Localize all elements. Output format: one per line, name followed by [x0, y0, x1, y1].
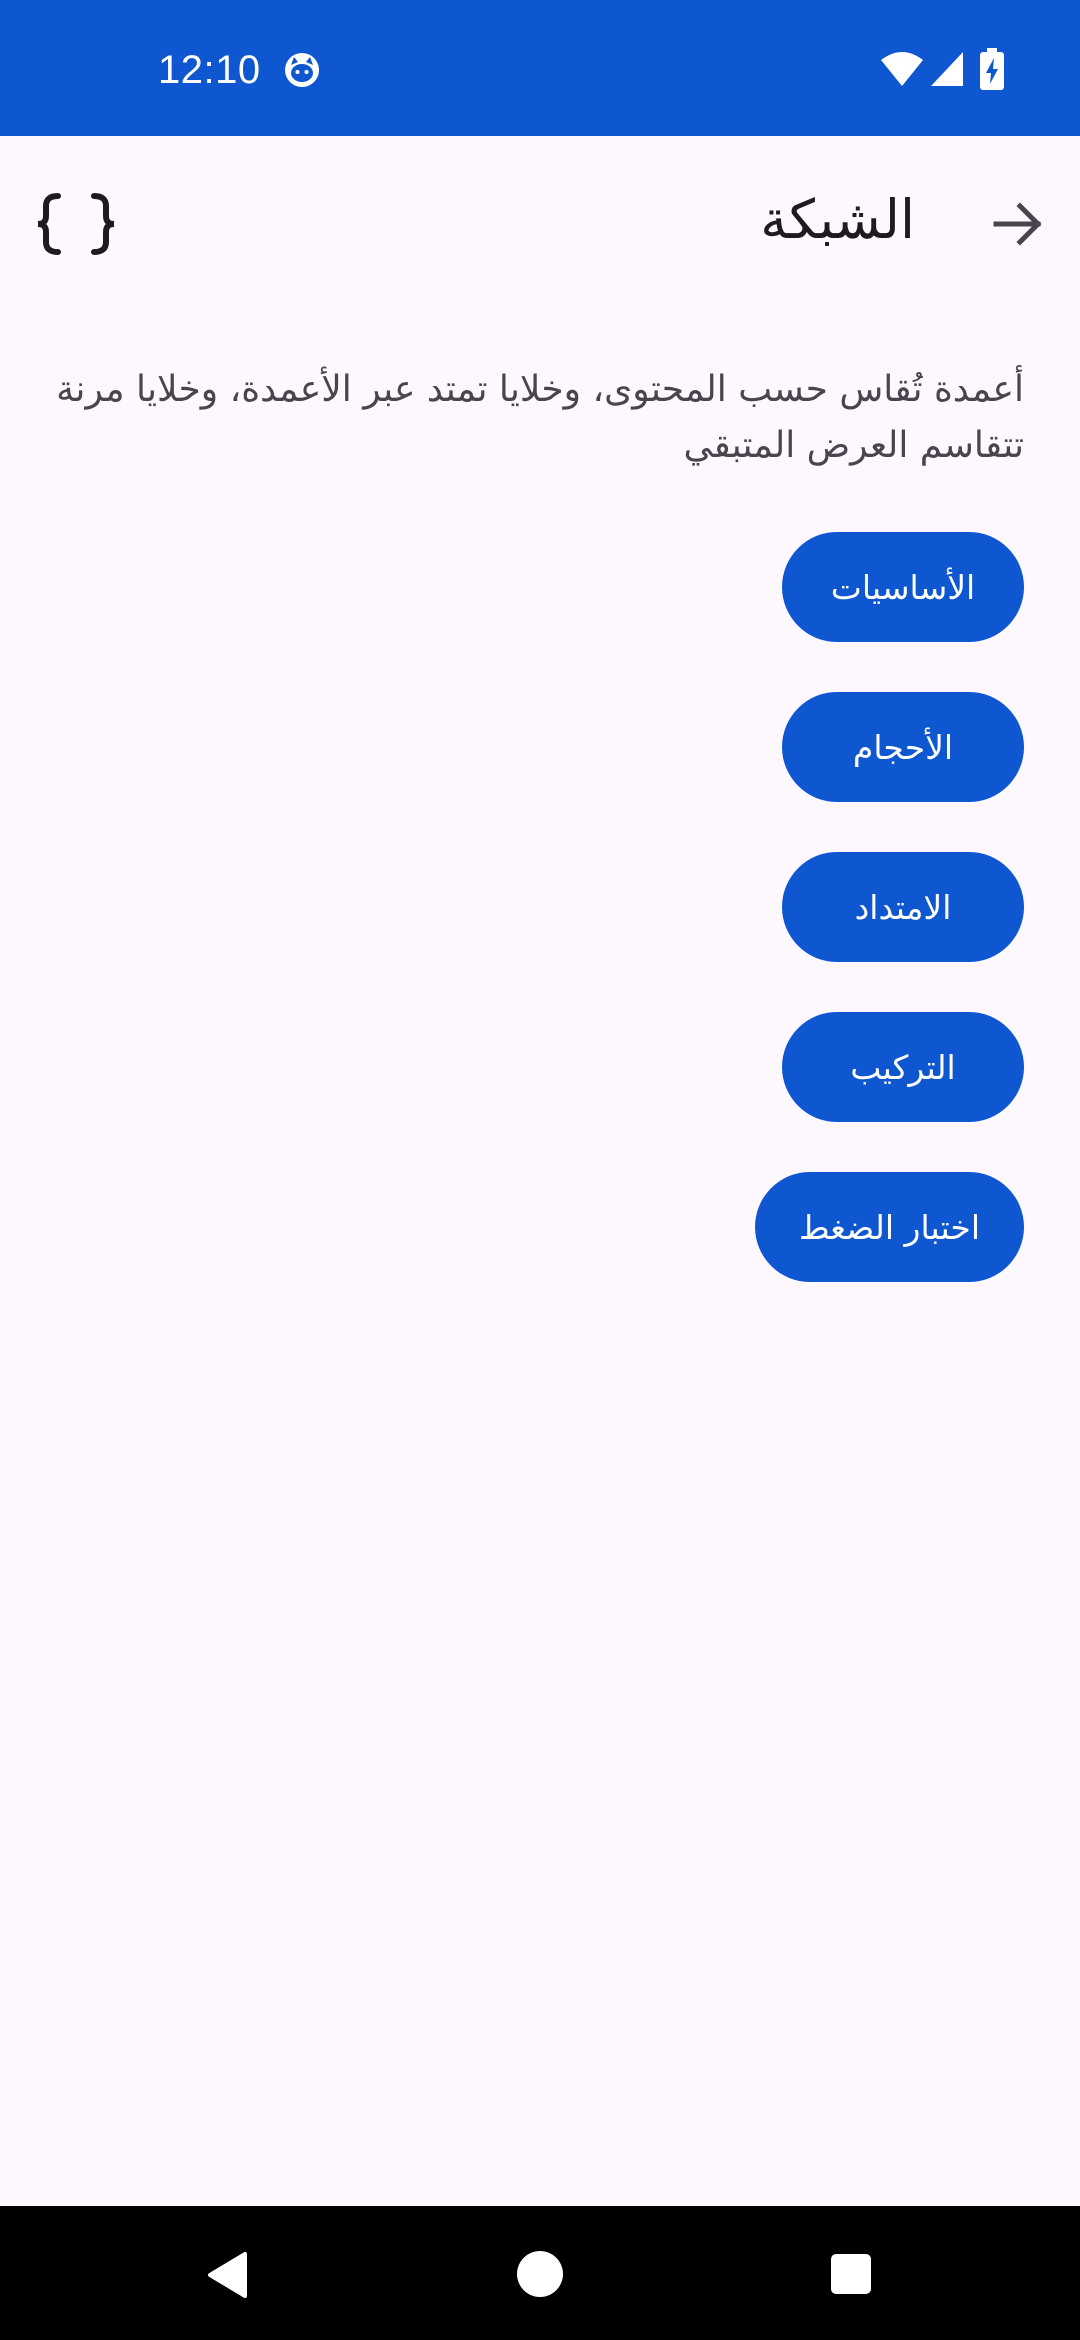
top-app-bar: الشبكة — [0, 136, 1080, 312]
battery-charging-icon — [980, 48, 1004, 90]
span-button[interactable]: الامتداد — [782, 852, 1024, 962]
composition-button[interactable]: التركيب — [782, 1012, 1024, 1122]
nav-back-icon[interactable] — [205, 2250, 251, 2300]
cat-face-icon — [285, 53, 319, 87]
nav-recents-icon[interactable] — [830, 2253, 872, 2295]
status-time: 12:10 — [158, 48, 261, 92]
code-braces-icon[interactable] — [34, 192, 118, 256]
sizes-button[interactable]: الأحجام — [782, 692, 1024, 802]
button-list: الأساسيات الأحجام الامتداد التركيب اختبا… — [754, 532, 1024, 1332]
wifi-icon — [881, 52, 923, 86]
page-title: الشبكة — [760, 188, 915, 251]
status-bar: 12:10 — [0, 0, 1080, 136]
signal-icon — [931, 52, 963, 86]
navigation-bar — [0, 2206, 1080, 2340]
nav-home-icon[interactable] — [516, 2250, 564, 2298]
basics-button[interactable]: الأساسيات — [782, 532, 1024, 642]
stress-test-button[interactable]: اختبار الضغط — [754, 1172, 1024, 1282]
arrow-icon[interactable] — [990, 196, 1046, 252]
description-text: أعمدة تُقاس حسب المحتوى، وخلايا تمتد عبر… — [56, 369, 1024, 466]
